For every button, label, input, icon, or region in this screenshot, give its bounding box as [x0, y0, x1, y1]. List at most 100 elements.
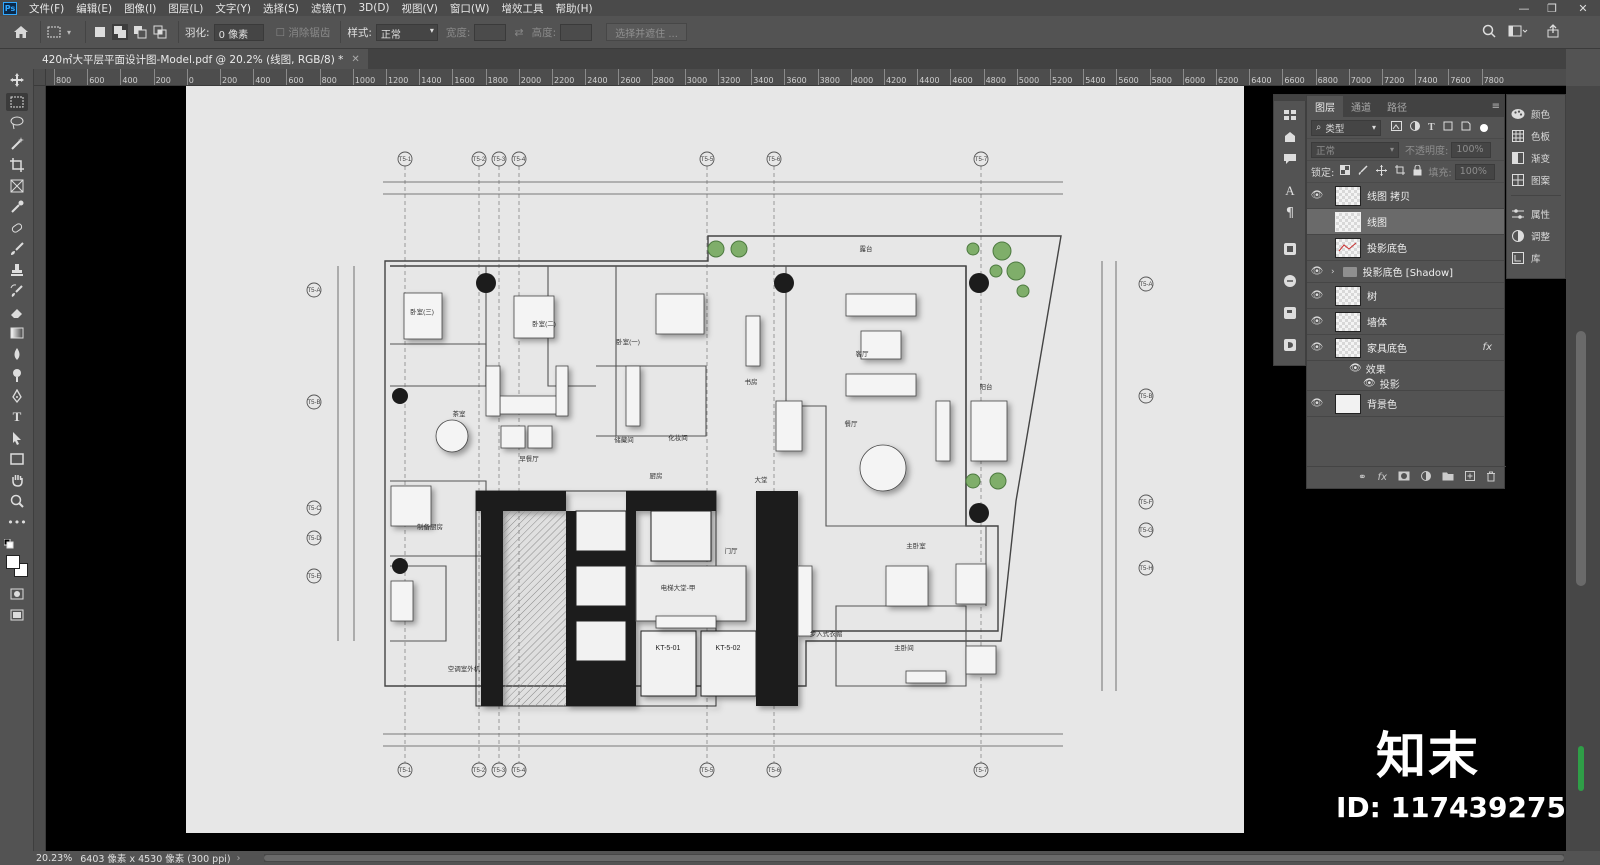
layer-name[interactable]: 投影底色 [Shadow]	[1363, 264, 1453, 279]
layer-name[interactable]: 树	[1367, 288, 1377, 303]
filter-shape-icon[interactable]	[1443, 121, 1453, 134]
eye-icon[interactable]: 👁	[1307, 398, 1327, 409]
blend-mode-select[interactable]: 正常 ▾	[1311, 141, 1399, 158]
layer-group-row[interactable]: 👁 › 投影底色 [Shadow]	[1307, 261, 1504, 283]
layer-row-selected[interactable]: 线图	[1307, 209, 1504, 235]
rectangular-marquee-tool-icon[interactable]	[6, 93, 28, 111]
layer-effects-badge[interactable]: fx	[1483, 342, 1492, 353]
quick-mask-icon[interactable]	[6, 585, 28, 603]
tab-channels[interactable]: 通道	[1343, 96, 1379, 117]
minimize-icon[interactable]: —	[1512, 0, 1536, 16]
layer-row[interactable]: 👁 背景色	[1307, 391, 1504, 417]
brush-tool-icon[interactable]	[6, 240, 28, 258]
eye-icon[interactable]: 👁	[1307, 316, 1327, 327]
eye-icon[interactable]: 👁	[1307, 342, 1327, 353]
layer-name[interactable]: 投影底色	[1367, 240, 1407, 255]
add-mask-icon[interactable]	[1398, 471, 1410, 484]
lock-position-icon[interactable]	[1376, 164, 1388, 179]
hand-tool-icon[interactable]	[6, 471, 28, 489]
path-selection-tool-icon[interactable]	[6, 429, 28, 447]
subtract-selection-icon[interactable]	[132, 24, 148, 40]
add-to-selection-icon[interactable]	[112, 24, 129, 40]
new-layer-icon[interactable]	[1465, 471, 1475, 484]
clone-stamp-tool-icon[interactable]	[6, 261, 28, 279]
add-style-icon[interactable]: fx	[1378, 472, 1387, 483]
new-group-icon[interactable]	[1442, 471, 1454, 484]
eraser-tool-icon[interactable]	[6, 303, 28, 321]
swap-icon[interactable]: ⇄	[514, 26, 523, 39]
style-select[interactable]: 正常 ▾	[375, 23, 438, 41]
layer-row[interactable]: 👁 树	[1307, 283, 1504, 309]
layer-row[interactable]: 👁 墙体	[1307, 309, 1504, 335]
strip-handle[interactable]	[1274, 95, 1307, 101]
magic-wand-tool-icon[interactable]	[6, 135, 28, 153]
libraries-icon[interactable]	[1282, 241, 1298, 257]
intersect-selection-icon[interactable]	[152, 24, 168, 40]
filter-smartobject-icon[interactable]	[1461, 121, 1471, 134]
menu-help[interactable]: 帮助(H)	[550, 1, 599, 16]
tab-layers[interactable]: 图层	[1307, 96, 1343, 117]
lock-artboard-icon[interactable]	[1395, 165, 1406, 178]
dodge-tool-icon[interactable]	[6, 366, 28, 384]
eye-icon[interactable]: 👁	[1363, 378, 1376, 389]
zoom-tool-icon[interactable]	[6, 492, 28, 510]
default-colors-icon[interactable]	[3, 538, 14, 552]
chevron-right-icon[interactable]: ›	[1331, 267, 1335, 277]
new-selection-icon[interactable]	[92, 24, 108, 40]
history-brush-tool-icon[interactable]	[6, 282, 28, 300]
drop-shadow-row[interactable]: 👁 投影	[1307, 376, 1504, 391]
gradient-tool-icon[interactable]	[6, 324, 28, 342]
type-tool-icon[interactable]: T	[6, 408, 28, 426]
layer-name[interactable]: 线图 拷贝	[1367, 188, 1410, 203]
panel-menu-icon[interactable]: ≡	[1492, 101, 1500, 112]
chevron-right-icon[interactable]: ›	[237, 853, 241, 864]
new-adjustment-icon[interactable]	[1421, 471, 1431, 484]
tab-paths[interactable]: 路径	[1379, 96, 1415, 117]
crop-tool-icon[interactable]	[6, 156, 28, 174]
vertical-scrollbar[interactable]	[1566, 86, 1600, 851]
eye-icon[interactable]: 👁	[1307, 290, 1327, 301]
filter-adjustment-icon[interactable]	[1410, 121, 1420, 134]
menu-filter[interactable]: 滤镜(T)	[305, 1, 353, 16]
menu-plugins[interactable]: 增效工具	[496, 1, 550, 16]
layer-name[interactable]: 背景色	[1367, 396, 1397, 411]
menu-select[interactable]: 选择(S)	[257, 1, 305, 16]
dock-adjustments[interactable]: 调整	[1511, 227, 1550, 245]
move-tool-icon[interactable]	[6, 71, 28, 89]
menu-layer[interactable]: 图层(L)	[162, 1, 209, 16]
pen-tool-icon[interactable]	[6, 387, 28, 405]
close-tab-icon[interactable]: ✕	[351, 54, 359, 65]
lock-transparency-icon[interactable]	[1340, 165, 1351, 178]
device-preview-icon[interactable]	[1282, 337, 1298, 353]
healing-brush-tool-icon[interactable]	[6, 219, 28, 237]
eye-icon[interactable]: 👁	[1349, 363, 1362, 374]
cloud-icon[interactable]	[1282, 273, 1298, 289]
eye-icon[interactable]: 👁	[1307, 190, 1327, 201]
history-icon[interactable]	[1282, 107, 1298, 123]
foreground-color-swatch[interactable]	[6, 555, 20, 569]
close-icon[interactable]: ✕	[1568, 0, 1598, 16]
plugins-icon[interactable]	[1282, 305, 1298, 321]
eye-icon[interactable]: 👁	[1307, 266, 1327, 277]
layer-name[interactable]: 家具底色	[1367, 340, 1407, 355]
more-tools-icon[interactable]: •••	[6, 513, 28, 531]
menu-window[interactable]: 窗口(W)	[444, 1, 496, 16]
antialias-checkbox[interactable]: ☐ 消除锯齿	[276, 25, 331, 40]
fill-input[interactable]: 100%	[1454, 163, 1495, 180]
character-icon[interactable]: A	[1282, 183, 1298, 199]
comments-icon[interactable]	[1282, 151, 1298, 167]
frame-tool-icon[interactable]	[6, 177, 28, 195]
chevron-down-icon[interactable]: ▾	[67, 28, 71, 37]
blur-tool-icon[interactable]	[6, 345, 28, 363]
filter-pixel-icon[interactable]	[1391, 121, 1402, 134]
opacity-input[interactable]: 100%	[1451, 141, 1492, 158]
lasso-tool-icon[interactable]	[6, 114, 28, 132]
menu-3d[interactable]: 3D(D)	[352, 2, 395, 14]
workspace-icon[interactable]	[1508, 24, 1528, 41]
dock-color[interactable]: 颜色	[1511, 105, 1550, 123]
dock-patterns[interactable]: 图案	[1511, 171, 1550, 189]
menu-edit[interactable]: 编辑(E)	[70, 1, 118, 16]
lock-all-icon[interactable]	[1413, 164, 1422, 179]
feather-input[interactable]: 0 像素	[213, 23, 264, 41]
menu-view[interactable]: 视图(V)	[396, 1, 444, 16]
